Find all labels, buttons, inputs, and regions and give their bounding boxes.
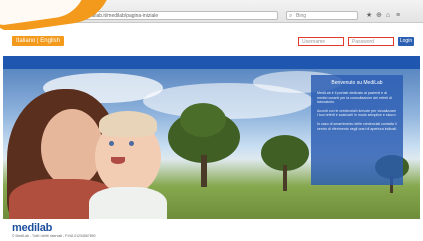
welcome-paragraph: Accedi con le credenziali ricevute per v… — [317, 108, 397, 118]
medilab-logo[interactable]: medilab — [12, 222, 52, 234]
address-bar[interactable]: http://medilab.it/medilab/pagina-inizial… — [68, 11, 278, 20]
login-button[interactable]: Login — [398, 37, 414, 46]
menu-icon[interactable]: ≡ — [396, 11, 400, 20]
hero-banner: Benvenuto su MediLab MediLab è il portal… — [3, 69, 420, 219]
username-field[interactable]: Username — [298, 37, 344, 46]
mother-and-baby-photo — [3, 69, 193, 219]
copyright-text: © MediLab - Tutti i diritti riservati - … — [12, 234, 96, 238]
welcome-paragraph: MediLab è il portale dedicato ai pazient… — [317, 91, 392, 105]
add-icon[interactable]: ⊕ — [376, 11, 382, 20]
language-selector[interactable]: Italiano | English — [12, 36, 64, 46]
browser-search-input[interactable]: ⌕ Bing — [286, 11, 358, 20]
navigation-bar — [3, 56, 420, 69]
password-field[interactable]: Password — [348, 37, 394, 46]
search-icon: ⌕ — [289, 13, 293, 19]
bookmark-star-icon[interactable]: ★ — [366, 11, 372, 20]
welcome-paragraph: In caso di smarrimento delle credenziali… — [317, 121, 397, 131]
welcome-title: Benvenuto su MediLab — [331, 80, 383, 86]
welcome-panel: Benvenuto su MediLab MediLab è il portal… — [311, 75, 403, 185]
browser-search-placeholder: Bing — [296, 13, 307, 19]
home-icon[interactable]: ⌂ — [386, 11, 390, 20]
